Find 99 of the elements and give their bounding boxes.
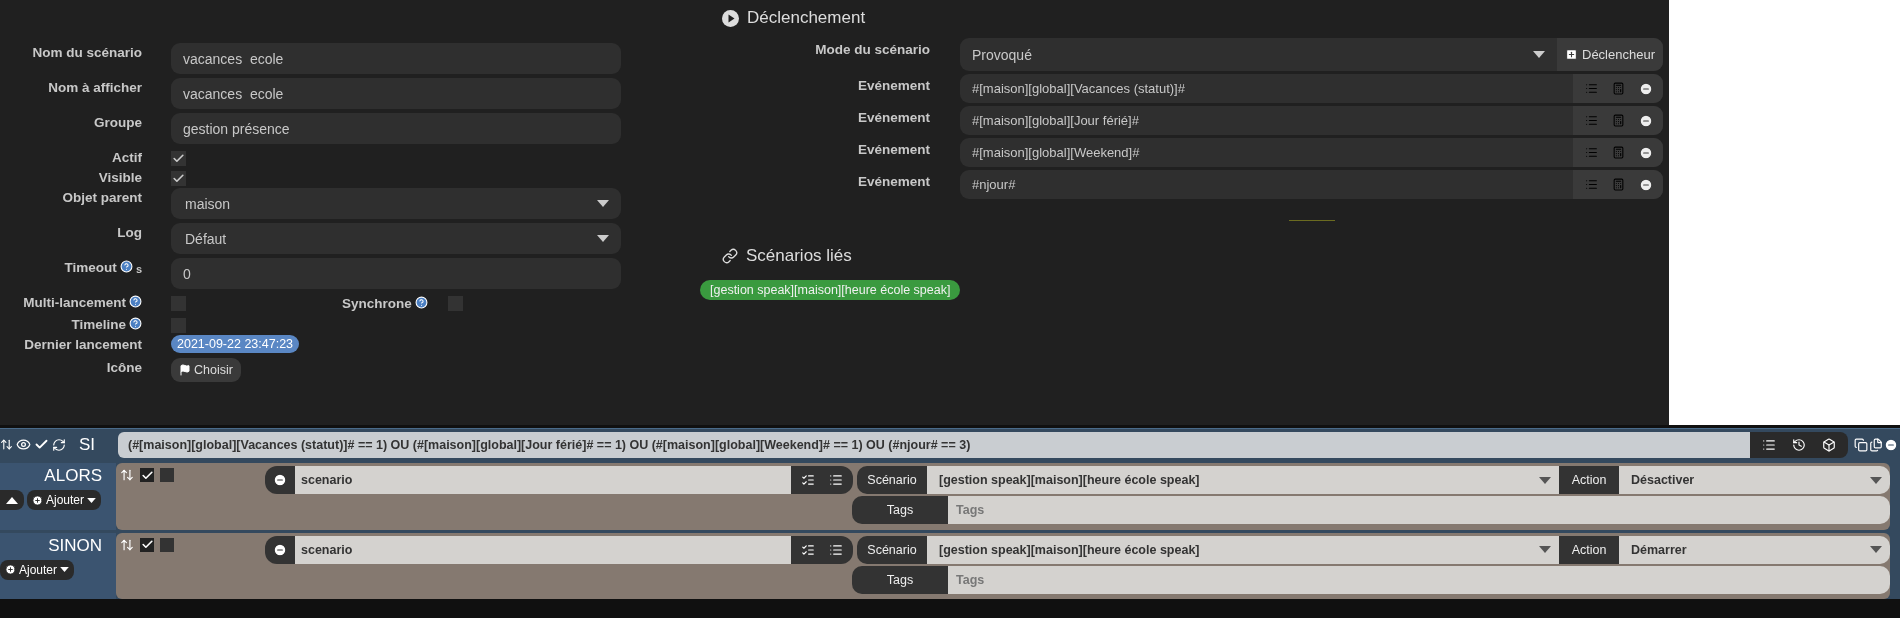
field-label: Mode du scénario bbox=[814, 41, 930, 57]
caret-icon bbox=[60, 567, 70, 573]
caret-icon bbox=[597, 235, 609, 242]
text-field[interactable]: vacances ecole bbox=[171, 78, 621, 109]
field-label: Objet parent bbox=[62, 190, 142, 205]
checkbox[interactable] bbox=[171, 151, 186, 166]
help-icon[interactable] bbox=[119, 260, 133, 273]
caret-icon bbox=[1539, 476, 1551, 484]
cube-icon[interactable] bbox=[1822, 437, 1836, 452]
caret-icon bbox=[1539, 546, 1551, 554]
text-field[interactable]: 0 bbox=[171, 258, 621, 289]
add-button[interactable]: Ajouter bbox=[0, 559, 75, 580]
checklist-icon[interactable] bbox=[801, 542, 815, 557]
list-icon[interactable] bbox=[829, 473, 843, 488]
select-field[interactable]: maison bbox=[171, 188, 621, 219]
expression-field[interactable]: scenario bbox=[295, 466, 791, 495]
up-triangle-icon bbox=[6, 496, 18, 504]
caret-icon bbox=[1870, 546, 1882, 554]
field-label: Evénement bbox=[856, 173, 930, 189]
caret-icon bbox=[1533, 51, 1545, 58]
action-label: Action bbox=[1559, 466, 1619, 495]
field-label: Log bbox=[117, 225, 142, 240]
checkbox[interactable] bbox=[160, 468, 174, 483]
field-label: Synchrone bbox=[342, 295, 412, 311]
remove-icon[interactable] bbox=[1639, 177, 1653, 192]
field-label: Actif bbox=[112, 150, 142, 165]
unit-label: s bbox=[135, 263, 142, 275]
block-keyword: SI bbox=[79, 434, 96, 455]
link-icon bbox=[722, 248, 738, 264]
field-label: Evénement bbox=[856, 109, 930, 125]
condition-field[interactable]: (#[maison][global][Vacances (statut)]# == 1) OU (#[maison][global][Jour férié]# == 1) OU (#[maison][global][Weekend]# == 1) OU (#njour# == 3) bbox=[118, 431, 1750, 458]
checkbox[interactable] bbox=[171, 171, 186, 186]
add-button[interactable]: Ajouter bbox=[27, 490, 102, 511]
block-keyword: SINON bbox=[48, 534, 103, 556]
add-trigger-button[interactable]: Déclencheur bbox=[1557, 38, 1663, 71]
action-label: Action bbox=[1559, 535, 1619, 564]
text-field[interactable]: vacances ecole bbox=[171, 43, 621, 74]
scenario-select[interactable]: [gestion speak][maison][heure école speak] bbox=[927, 466, 1559, 495]
scenario-label: Scénario bbox=[857, 466, 927, 495]
scenario-select[interactable]: [gestion speak][maison][heure école speak] bbox=[927, 535, 1559, 564]
remove-icon[interactable] bbox=[1884, 437, 1898, 452]
field-label: Nom du scénario bbox=[32, 45, 142, 60]
history-icon[interactable] bbox=[1792, 437, 1806, 452]
choose-icon-button[interactable]: Choisir bbox=[171, 358, 241, 382]
tags-label: Tags bbox=[852, 565, 948, 594]
mode-select[interactable]: Provoqué bbox=[960, 38, 1557, 71]
checkbox[interactable] bbox=[160, 537, 174, 552]
plus-square-icon bbox=[1565, 48, 1578, 61]
remove-icon[interactable] bbox=[1639, 145, 1653, 160]
move-icon[interactable] bbox=[120, 537, 134, 552]
paste-icon[interactable] bbox=[1869, 437, 1883, 452]
caret-icon bbox=[1870, 476, 1882, 484]
field-label: Dernier lancement bbox=[24, 337, 142, 352]
minus-circle-icon bbox=[273, 473, 287, 488]
help-icon[interactable] bbox=[414, 295, 428, 309]
move-up-button[interactable] bbox=[0, 490, 24, 511]
remove-icon[interactable] bbox=[1639, 81, 1653, 96]
remove-button[interactable] bbox=[265, 466, 295, 495]
checkbox[interactable] bbox=[140, 468, 154, 483]
plus-circle-icon bbox=[32, 494, 43, 506]
minus-circle-icon bbox=[273, 542, 287, 557]
field-label: Evénement bbox=[856, 141, 930, 157]
action-select[interactable]: Désactiver bbox=[1619, 466, 1890, 495]
checkbox[interactable] bbox=[140, 537, 154, 552]
expression-field[interactable]: scenario bbox=[295, 535, 791, 564]
select-field[interactable]: Défaut bbox=[171, 223, 621, 254]
remove-icon[interactable] bbox=[1639, 113, 1653, 128]
flag-icon bbox=[179, 364, 191, 376]
field-label: Groupe bbox=[94, 115, 142, 130]
action-select[interactable]: Démarrer bbox=[1619, 535, 1890, 564]
caret-icon bbox=[87, 497, 97, 503]
move-icon[interactable] bbox=[0, 438, 13, 452]
block-keyword: ALORS bbox=[44, 465, 103, 487]
list-icon[interactable] bbox=[829, 542, 843, 557]
field-label: Timeout bbox=[64, 260, 117, 275]
field-label: Nom à afficher bbox=[48, 80, 142, 95]
tags-label: Tags bbox=[852, 496, 948, 525]
eye-icon[interactable] bbox=[16, 437, 31, 453]
field-label: Icône bbox=[106, 360, 142, 375]
checklist-icon[interactable] bbox=[801, 473, 815, 488]
play-icon bbox=[722, 9, 739, 27]
field-label: Visible bbox=[98, 170, 142, 185]
move-icon[interactable] bbox=[120, 468, 134, 483]
remove-button[interactable] bbox=[265, 535, 295, 564]
section-title: Déclenchement bbox=[747, 8, 866, 28]
help-icon[interactable] bbox=[129, 295, 142, 308]
field-label: Timeline bbox=[71, 317, 126, 332]
field-label: Evénement bbox=[856, 77, 930, 93]
plus-circle-icon bbox=[5, 564, 16, 576]
refresh-icon[interactable] bbox=[52, 437, 66, 452]
help-icon[interactable] bbox=[129, 317, 142, 330]
scenario-label: Scénario bbox=[857, 535, 927, 564]
date-badge: 2021-09-22 23:47:23 bbox=[171, 335, 300, 353]
list-icon[interactable] bbox=[1762, 437, 1776, 452]
field-label: Multi-lancement bbox=[23, 295, 126, 310]
copy-icon[interactable] bbox=[1854, 437, 1868, 452]
caret-icon bbox=[597, 200, 609, 207]
section-title: Scénarios liés bbox=[746, 246, 852, 266]
text-field[interactable]: gestion présence bbox=[171, 113, 621, 144]
